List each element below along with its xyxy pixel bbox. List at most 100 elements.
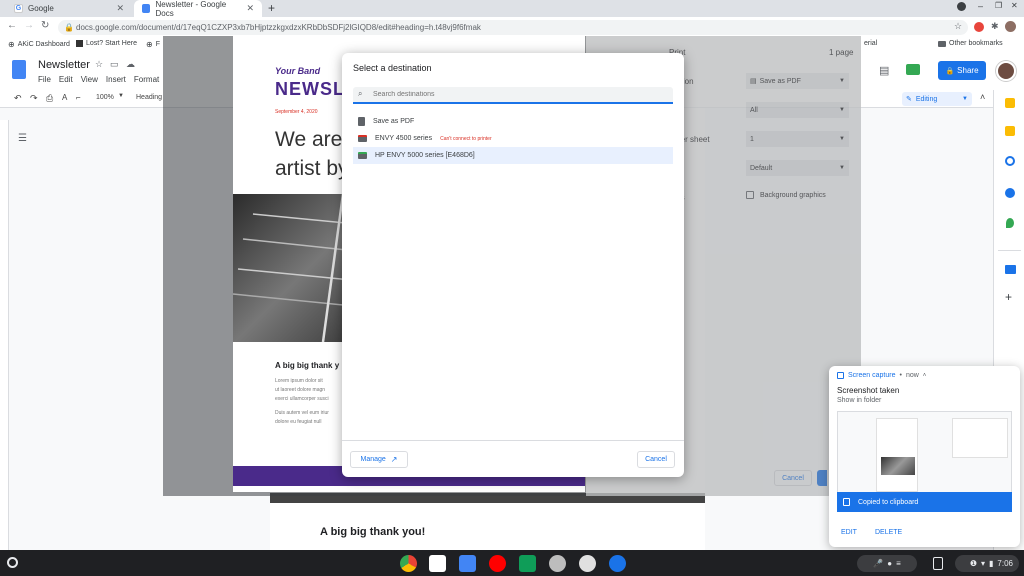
close-window-icon[interactable]: ✕ xyxy=(1011,1,1018,10)
destination-save-as-pdf[interactable]: Save as PDF xyxy=(353,113,673,130)
sheets-app-icon[interactable] xyxy=(519,555,536,572)
paint-format-icon[interactable]: ⌐ xyxy=(76,93,81,102)
select-value: Save as PDF xyxy=(759,77,801,85)
back-arrow-icon[interactable]: ← xyxy=(7,20,17,31)
globe-icon: ⊕ xyxy=(146,40,153,49)
comment-icon[interactable]: ▤ xyxy=(879,64,889,77)
bookmark-item[interactable]: Lost? Start Here xyxy=(76,40,137,47)
menu-view[interactable]: View xyxy=(81,75,98,84)
maps-icon[interactable] xyxy=(1006,218,1014,228)
forward-arrow-icon[interactable]: → xyxy=(24,20,34,31)
style-selector[interactable]: Heading xyxy=(136,94,162,101)
tab-newsletter[interactable]: Newsletter - Google Docs ✕ xyxy=(134,0,262,18)
spellcheck-icon[interactable]: A xyxy=(62,93,67,102)
search-input[interactable] xyxy=(373,87,653,102)
undo-icon[interactable]: ↶ xyxy=(14,93,22,104)
close-icon[interactable]: ✕ xyxy=(246,3,254,14)
outline-icon[interactable]: ☰ xyxy=(18,133,27,144)
star-icon[interactable]: ☆ xyxy=(954,21,962,32)
phone-hub-icon[interactable] xyxy=(933,557,943,570)
meet-icon[interactable] xyxy=(906,64,920,75)
restore-icon[interactable]: ❐ xyxy=(995,1,1002,10)
bookmark-item[interactable]: ⊕ AKiC Dashboard xyxy=(8,40,70,49)
edit-button[interactable]: EDIT xyxy=(841,529,857,536)
clipboard-icon xyxy=(843,498,850,506)
new-tab-plus-icon[interactable]: + xyxy=(268,1,275,15)
search-destinations-field[interactable]: ⌕ xyxy=(353,87,673,104)
docs-app-icon[interactable] xyxy=(459,555,476,572)
preview-body-line: exerci ullamcorper susci xyxy=(275,396,329,402)
document-title[interactable]: Newsletter xyxy=(38,59,90,71)
destination-envy-4500[interactable]: ENVY 4500 series Can't connect to printe… xyxy=(353,130,673,147)
gmail-app-icon[interactable] xyxy=(429,555,446,572)
chevron-up-icon[interactable]: ˄ xyxy=(923,373,927,379)
print-icon[interactable]: ⎙ xyxy=(46,93,53,104)
bookmark-favicon-icon xyxy=(76,40,83,47)
bookmark-fragment[interactable]: erial xyxy=(864,40,877,47)
reload-icon[interactable]: ↻ xyxy=(41,20,49,31)
launcher-icon[interactable] xyxy=(7,557,18,568)
print-cancel-button[interactable]: Cancel xyxy=(774,470,812,486)
close-icon[interactable]: ✕ xyxy=(116,3,124,14)
chevron-down-icon: ▼ xyxy=(839,107,845,113)
notification-time: now xyxy=(905,372,919,379)
avatar[interactable] xyxy=(996,61,1016,81)
youtube-app-icon[interactable] xyxy=(489,555,506,572)
contacts-icon[interactable] xyxy=(1005,188,1015,198)
add-addon-plus-icon[interactable]: + xyxy=(1005,290,1012,304)
mail-icon[interactable] xyxy=(1005,265,1016,274)
address-bar[interactable]: 🔒 docs.google.com/document/d/17eqQ1CZXP3… xyxy=(58,20,968,35)
move-folder-icon[interactable]: ▭ xyxy=(110,59,119,70)
screenshot-notification[interactable]: Screen capture • now ˄ Screenshot taken … xyxy=(829,366,1020,547)
puzzle-icon[interactable]: ✱ xyxy=(991,21,999,32)
other-bookmarks[interactable]: Other bookmarks xyxy=(938,40,1003,47)
docs-logo-icon[interactable] xyxy=(12,60,26,79)
pages-select[interactable]: All ▼ xyxy=(746,102,849,118)
calendar-icon[interactable] xyxy=(1005,98,1015,108)
battery-icon: ▮ xyxy=(989,559,994,568)
minimize-icon[interactable]: – xyxy=(978,1,983,11)
select-destination-dialog: Select a destination ⌕ Save as PDF ENVY … xyxy=(342,53,684,477)
redo-icon[interactable]: ↷ xyxy=(30,93,38,104)
profile-circle-icon[interactable] xyxy=(957,2,966,11)
menu-format[interactable]: Format xyxy=(134,75,159,84)
menu-edit[interactable]: Edit xyxy=(59,75,73,84)
extension-icon[interactable] xyxy=(974,22,984,32)
editing-mode-button[interactable]: ✎ Editing ▼ xyxy=(902,92,972,106)
manage-button[interactable]: Manage ↗ xyxy=(350,451,408,468)
destination-error: Can't connect to printer xyxy=(440,135,492,142)
microphone-icon: 🎤 xyxy=(873,559,884,568)
chrome-app-icon[interactable] xyxy=(400,555,417,572)
margins-select[interactable]: Default ▼ xyxy=(746,160,849,176)
screenshot-thumbnail[interactable] xyxy=(837,411,1012,493)
checkbox-icon[interactable] xyxy=(746,191,754,199)
destination-select[interactable]: ▤ Save as PDF ▼ xyxy=(746,73,849,89)
tray-tools[interactable]: 🎤 ● ≡ xyxy=(857,555,917,572)
chevron-down-icon[interactable]: ▼ xyxy=(118,93,124,99)
bookmark-item[interactable]: ⊕ F xyxy=(146,40,160,49)
chevron-up-icon[interactable]: ˄ xyxy=(980,92,985,102)
pages-per-sheet-select[interactable]: 1 ▼ xyxy=(746,131,849,147)
tab-google[interactable]: G Google ✕ xyxy=(6,0,132,17)
menu-file[interactable]: File xyxy=(38,75,51,84)
print-save-button[interactable] xyxy=(817,470,827,486)
settings-gear-icon[interactable] xyxy=(609,555,626,572)
preview-body-line: ut laoreet dolore magn xyxy=(275,387,326,393)
tasks-icon[interactable] xyxy=(1005,156,1015,166)
camera-app-icon[interactable] xyxy=(579,555,596,572)
dialog-cancel-button[interactable]: Cancel xyxy=(637,451,675,468)
delete-button[interactable]: DELETE xyxy=(875,529,902,536)
files-app-icon[interactable] xyxy=(549,555,566,572)
share-button[interactable]: 🔒 Share xyxy=(938,61,986,80)
avatar[interactable] xyxy=(1005,21,1016,32)
chevron-down-icon: ▼ xyxy=(839,78,845,84)
zoom-selector[interactable]: 100% xyxy=(96,94,114,101)
system-tray[interactable]: ❶ ▾ ▮ 7:06 xyxy=(955,555,1019,572)
vertical-ruler xyxy=(0,120,9,550)
newsletter-date: September 4, 2020 xyxy=(275,109,318,115)
star-icon[interactable]: ☆ xyxy=(95,59,103,70)
destination-hp-envy-5000[interactable]: HP ENVY 5000 series [E468D6] xyxy=(353,147,673,164)
background-graphics-option[interactable]: Background graphics xyxy=(746,191,826,199)
menu-insert[interactable]: Insert xyxy=(106,75,126,84)
keep-icon[interactable] xyxy=(1005,126,1015,136)
